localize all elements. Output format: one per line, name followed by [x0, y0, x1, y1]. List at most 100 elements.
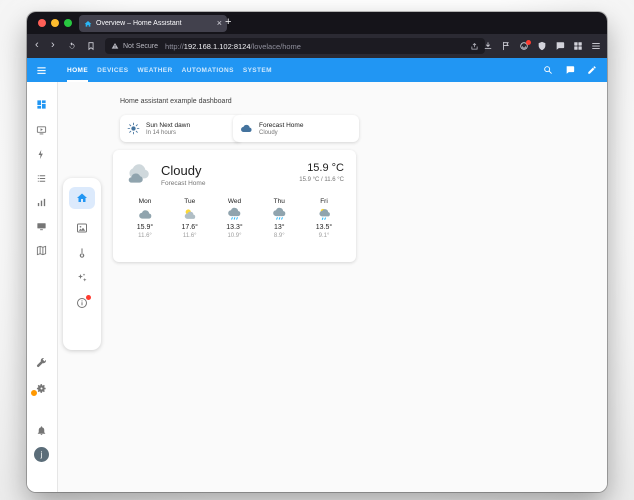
forecast-low: 11.6°: [182, 233, 197, 239]
app-menu-button[interactable]: [591, 41, 601, 51]
sidebar-item-logbook[interactable]: [27, 168, 56, 188]
sun-entity-card[interactable]: Sun Next dawn In 14 hours: [120, 115, 242, 142]
sparkles-icon: [78, 273, 87, 282]
bookmark-button[interactable]: [86, 41, 96, 51]
forecast-entity-card[interactable]: Forecast Home Cloudy: [233, 115, 359, 142]
nav-climate-button[interactable]: [76, 247, 88, 259]
sidebar-item-profile[interactable]: j: [27, 444, 56, 464]
share-button[interactable]: [470, 42, 479, 51]
privacy-shield-button[interactable]: [537, 41, 547, 51]
sidebar-item-developer-tools[interactable]: [27, 352, 56, 372]
pencil-icon: [588, 66, 596, 74]
weather-entity-name: Forecast Home: [161, 180, 206, 187]
apps-grid-button[interactable]: [573, 41, 583, 51]
map-icon: [36, 245, 47, 255]
dashboard-content: Home assistant example dashboard Sun Nex…: [57, 82, 607, 492]
sidebar-item-notifications[interactable]: [27, 420, 56, 440]
quick-nav-panel: [63, 178, 101, 350]
forecast-day: Wed 13.3° 10.9°: [215, 198, 255, 239]
messages-button[interactable]: [555, 41, 565, 51]
url-bar[interactable]: Not Secure http:// 192.168.1.102:8124 /l…: [105, 38, 485, 54]
window-close-button[interactable]: [38, 19, 46, 27]
toolbar-right-icons: [483, 34, 601, 58]
forecast-day: Mon 15.9° 11.6°: [125, 198, 165, 239]
weather-state: Cloudy: [161, 163, 202, 178]
entity-card-title: Forecast Home: [259, 121, 304, 129]
edit-dashboard-button[interactable]: [587, 65, 597, 75]
sidebar-item-map[interactable]: [27, 240, 56, 260]
bar-chart-icon: [37, 198, 46, 206]
flag-icon: [503, 41, 509, 51]
rainy-icon: [272, 207, 287, 222]
forecast-row: Mon 15.9° 11.6° Tue 17.6° 11.6° Wed 13.3…: [125, 198, 344, 239]
forecast-low: 10.9°: [227, 233, 242, 239]
hamburger-icon: [37, 67, 46, 74]
tab-devices[interactable]: DEVICES: [97, 58, 128, 82]
tv-icon: [37, 222, 46, 230]
ha-sidebar: j: [27, 82, 58, 492]
url-text: http:// 192.168.1.102:8124 /lovelace/hom…: [165, 42, 301, 51]
settings-notification-badge: [30, 389, 38, 397]
entity-card-subtitle: In 14 hours: [146, 129, 177, 136]
bookmark-icon: [88, 42, 94, 51]
forecast-day: Fri 13.5° 9.1°: [304, 198, 344, 239]
tab-automations[interactable]: AUTOMATIONS: [182, 58, 234, 82]
shield-icon: [538, 41, 546, 51]
menu-icon: [592, 43, 600, 49]
entity-card-subtitle: Cloudy: [259, 129, 278, 136]
forecast-day-label: Wed: [227, 198, 242, 205]
user-avatar: j: [34, 446, 49, 462]
nav-cameras-button[interactable]: [76, 222, 88, 234]
tab-system[interactable]: SYSTEM: [243, 58, 272, 82]
share-icon: [471, 42, 478, 49]
sidebar-item-media[interactable]: [27, 120, 56, 140]
forecast-day: Thu 13° 8.9°: [259, 198, 299, 239]
forecast-day-label: Thu: [273, 198, 285, 205]
new-tab-button[interactable]: +: [225, 16, 231, 29]
list-icon: [37, 174, 46, 182]
window-minimize-button[interactable]: [51, 19, 59, 27]
nav-automations-button[interactable]: [76, 272, 88, 284]
url-path: /lovelace/home: [250, 41, 301, 51]
rainy-icon: [227, 207, 242, 222]
tab-home[interactable]: HOME: [67, 58, 89, 82]
cloudy-icon: [138, 207, 153, 222]
sun-icon: [127, 122, 140, 135]
search-icon: [544, 66, 552, 74]
forecast-low: 9.1°: [318, 233, 330, 239]
nav-home-button[interactable]: [69, 187, 95, 209]
sidebar-item-media-browser[interactable]: [27, 216, 56, 236]
tab-weather[interactable]: WEATHER: [137, 58, 172, 82]
reload-button[interactable]: [67, 41, 77, 51]
sidebar-toggle-button[interactable]: [36, 65, 47, 76]
window-titlebar: Overview – Home Assistant × +: [27, 12, 607, 34]
assist-button[interactable]: [565, 65, 575, 75]
url-scheme: http://: [165, 41, 184, 51]
sidebar-item-settings[interactable]: [27, 378, 56, 398]
wrench-icon: [36, 357, 47, 367]
not-secure-warning-icon: [111, 42, 119, 50]
cloud-icon: [240, 122, 253, 135]
bell-icon: [37, 425, 46, 435]
weather-card[interactable]: Cloudy Forecast Home 15.9 °C 15.9 °C / 1…: [113, 150, 356, 262]
window-zoom-button[interactable]: [64, 19, 72, 27]
firefox-view-button[interactable]: [519, 40, 531, 51]
downloads-button[interactable]: [483, 41, 493, 51]
weather-state-icon: [124, 161, 154, 187]
search-button[interactable]: [543, 65, 553, 75]
photo-icon: [77, 223, 87, 233]
forward-button[interactable]: ›: [51, 39, 55, 52]
reload-icon: [69, 42, 75, 49]
dashboard-icon: [37, 99, 46, 109]
url-host: 192.168.1.102:8124: [183, 41, 251, 51]
back-button[interactable]: ‹: [35, 39, 39, 52]
sidebar-item-overview[interactable]: [27, 94, 56, 114]
sidebar-item-history[interactable]: [27, 192, 56, 212]
forecast-day-label: Tue: [184, 198, 196, 205]
sidebar-item-energy[interactable]: [27, 144, 56, 164]
browser-tab[interactable]: Overview – Home Assistant ×: [79, 15, 227, 32]
notification-dot: [526, 40, 531, 45]
flag-button[interactable]: [501, 41, 511, 51]
nav-info-button[interactable]: [76, 295, 91, 309]
tab-close-icon[interactable]: ×: [217, 19, 222, 28]
